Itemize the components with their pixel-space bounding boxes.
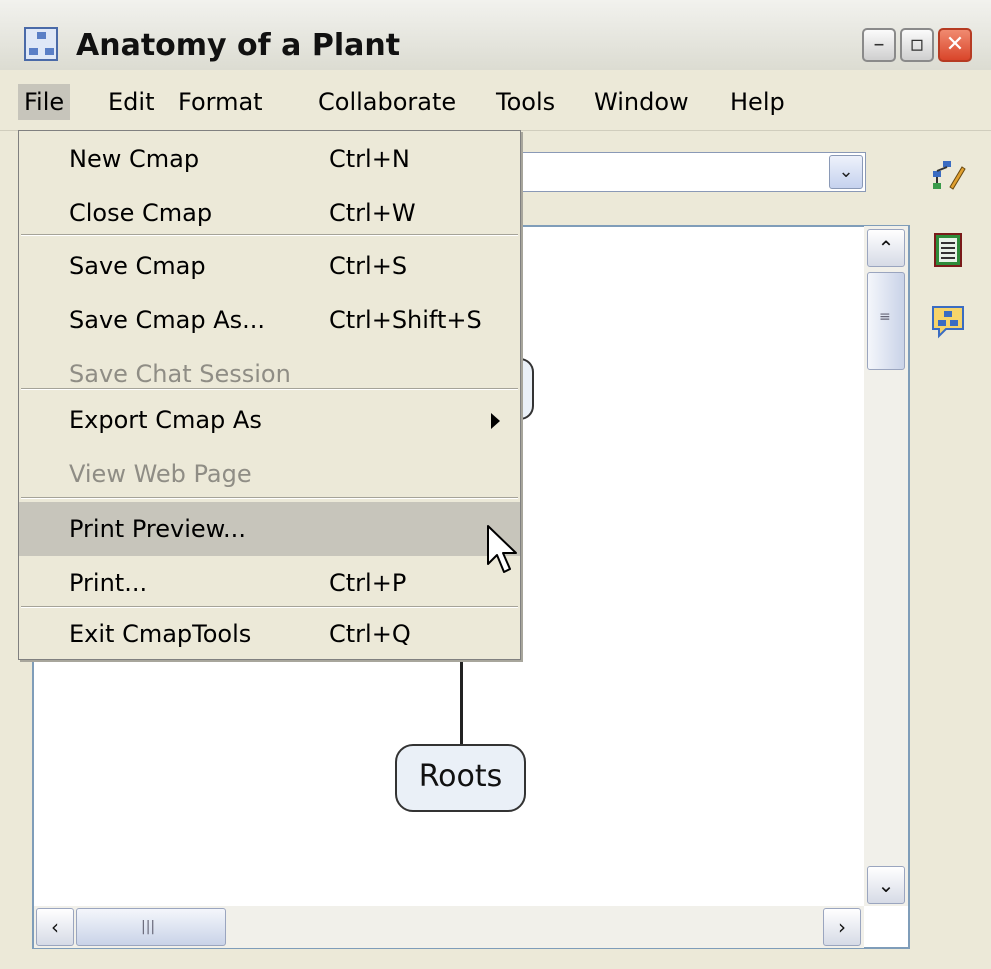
concept-node-roots[interactable]: Roots: [395, 744, 526, 812]
menu-separator: [21, 497, 518, 499]
minimize-button[interactable]: –: [862, 28, 896, 62]
menu-item-exit-cmaptools[interactable]: Exit CmapTools Ctrl+Q: [19, 607, 520, 661]
menu-item-print-preview[interactable]: Print Preview...: [19, 502, 520, 556]
menu-edit[interactable]: Edit: [102, 84, 160, 120]
close-button[interactable]: ✕: [938, 28, 972, 62]
concept-map-app-icon: [24, 27, 58, 61]
edit-cmap-icon[interactable]: [930, 157, 966, 193]
window-title: Anatomy of a Plant: [76, 28, 401, 63]
maximize-button[interactable]: ▫: [900, 28, 934, 62]
menu-item-export-cmap-as[interactable]: Export Cmap As: [19, 393, 520, 447]
link-line[interactable]: [460, 660, 463, 744]
menu-bar: File Edit Format Collaborate Tools Windo…: [0, 70, 991, 131]
horizontal-scroll-thumb[interactable]: |||: [76, 908, 226, 946]
menu-item-save-cmap[interactable]: Save Cmap Ctrl+S: [19, 239, 520, 293]
file-menu-dropdown: New Cmap Ctrl+N Close Cmap Ctrl+W Save C…: [18, 130, 521, 660]
menu-item-print[interactable]: Print... Ctrl+P: [19, 556, 520, 610]
minimize-icon: –: [873, 32, 885, 57]
menu-item-new-cmap[interactable]: New Cmap Ctrl+N: [19, 132, 520, 186]
menu-item-close-cmap[interactable]: Close Cmap Ctrl+W: [19, 186, 520, 240]
menu-format[interactable]: Format: [172, 84, 269, 120]
scroll-up-icon[interactable]: ⌃: [867, 229, 905, 267]
view-list-icon[interactable]: [930, 232, 966, 268]
menu-window[interactable]: Window: [588, 84, 695, 120]
mouse-pointer-icon: [487, 525, 517, 573]
menu-item-save-cmap-as[interactable]: Save Cmap As... Ctrl+Shift+S: [19, 293, 520, 347]
menu-help[interactable]: Help: [724, 84, 791, 120]
menu-item-view-web-page: View Web Page: [69, 460, 252, 488]
menu-separator: [21, 234, 518, 236]
view-combo-box[interactable]: ⌄: [520, 152, 866, 192]
scroll-right-icon[interactable]: ›: [823, 908, 861, 946]
submenu-arrow-icon: [491, 413, 500, 429]
title-bar[interactable]: Anatomy of a Plant – ▫ ✕: [0, 0, 991, 70]
maximize-icon: ▫: [909, 32, 925, 57]
scroll-down-icon[interactable]: ⌄: [867, 866, 905, 904]
scroll-left-icon[interactable]: ‹: [36, 908, 74, 946]
close-icon: ✕: [945, 32, 965, 57]
vertical-scroll-thumb[interactable]: ≡: [867, 272, 905, 370]
menu-file[interactable]: File: [18, 84, 71, 120]
menu-collaborate[interactable]: Collaborate: [312, 84, 462, 120]
chevron-down-icon[interactable]: ⌄: [829, 155, 863, 189]
menu-tools[interactable]: Tools: [490, 84, 561, 120]
chat-cmap-icon[interactable]: [930, 303, 966, 339]
cmap-window: Anatomy of a Plant – ▫ ✕ File Edit Forma…: [0, 0, 991, 969]
menu-separator: [21, 388, 518, 390]
